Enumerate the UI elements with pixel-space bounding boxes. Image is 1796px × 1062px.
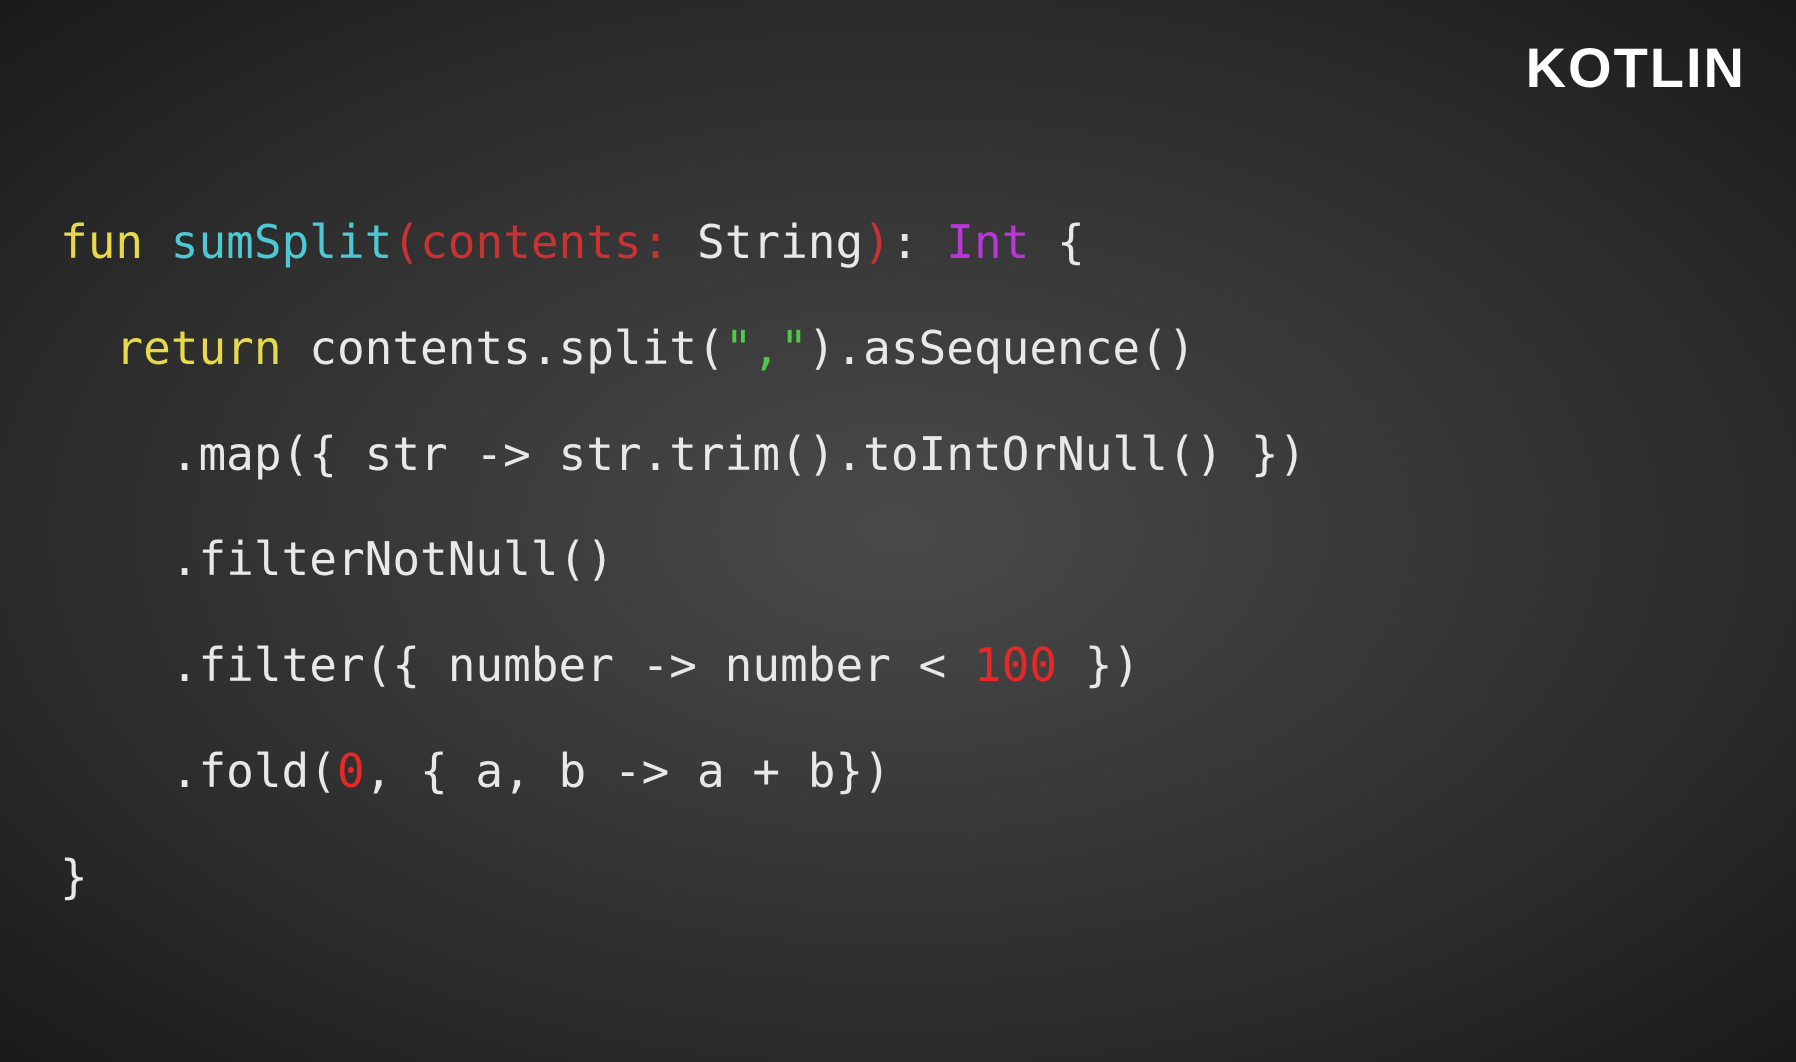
keyword-return: return bbox=[115, 321, 281, 375]
open-brace: { bbox=[1057, 215, 1085, 269]
space bbox=[1029, 215, 1057, 269]
function-name: sumSplit bbox=[171, 215, 393, 269]
colon: : bbox=[642, 215, 670, 269]
indent bbox=[60, 321, 115, 375]
lparen: ( bbox=[392, 215, 420, 269]
rparen: ) bbox=[863, 215, 891, 269]
code-line-6: .fold(0, { a, b -> a + b}) bbox=[60, 744, 891, 798]
indent bbox=[60, 532, 171, 586]
code-text: .fold( bbox=[171, 744, 337, 798]
space bbox=[282, 321, 310, 375]
indent bbox=[60, 427, 171, 481]
code-line-1: fun sumSplit(contents: String): Int { bbox=[60, 215, 1085, 269]
string-literal: "," bbox=[725, 321, 808, 375]
param-name: contents bbox=[420, 215, 642, 269]
code-line-2: return contents.split(",").asSequence() bbox=[60, 321, 1196, 375]
number-literal: 100 bbox=[974, 638, 1057, 692]
code-line-3: .map({ str -> str.trim().toIntOrNull() }… bbox=[60, 427, 1306, 481]
code-line-5: .filter({ number -> number < 100 }) bbox=[60, 638, 1140, 692]
expr-rest: ).asSequence() bbox=[808, 321, 1196, 375]
colon-ret: : bbox=[891, 215, 946, 269]
keyword-fun: fun bbox=[60, 215, 143, 269]
code-text: .map({ str -> str.trim().toIntOrNull() }… bbox=[171, 427, 1306, 481]
code-text: }) bbox=[1057, 638, 1140, 692]
indent bbox=[60, 744, 171, 798]
brand-label: KOTLIN bbox=[1526, 35, 1746, 100]
space bbox=[143, 215, 171, 269]
code-block: fun sumSplit(contents: String): Int { re… bbox=[60, 190, 1306, 931]
close-brace: } bbox=[60, 850, 88, 904]
code-line-4: .filterNotNull() bbox=[60, 532, 614, 586]
code-text: .filter({ number -> number < bbox=[171, 638, 974, 692]
indent bbox=[60, 638, 171, 692]
number-literal: 0 bbox=[337, 744, 365, 798]
param-type: String bbox=[697, 215, 863, 269]
space bbox=[669, 215, 697, 269]
expr: contents.split( bbox=[309, 321, 724, 375]
code-text: .filterNotNull() bbox=[171, 532, 614, 586]
code-line-7: } bbox=[60, 850, 88, 904]
code-text: , { a, b -> a + b}) bbox=[365, 744, 891, 798]
return-type: Int bbox=[946, 215, 1029, 269]
